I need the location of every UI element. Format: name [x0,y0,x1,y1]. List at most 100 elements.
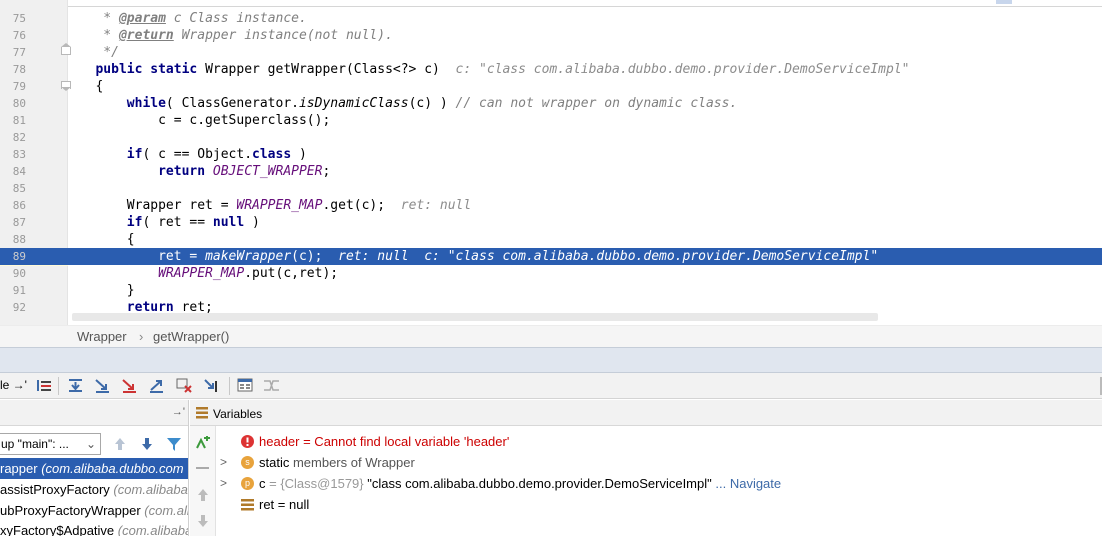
breadcrumb-class[interactable]: Wrapper [77,329,127,344]
code-line[interactable]: 75 * @param c Class instance. [0,10,1102,27]
breadcrumb-method[interactable]: getWrapper() [153,329,229,344]
filter-icon[interactable] [166,436,182,452]
code-line[interactable]: 90 WRAPPER_MAP.put(c,ret); [0,265,1102,282]
line-number[interactable]: 75 [0,10,26,27]
code-line[interactable]: 86 Wrapper ret = WRAPPER_MAP.get(c); ret… [0,197,1102,214]
trace-current-stream-icon[interactable] [263,377,280,394]
frame-name: xyFactory$Adpative [0,523,115,536]
code-token: null [212,215,245,230]
line-number[interactable]: 84 [0,163,26,180]
code-text: Wrapper ret = WRAPPER_MAP.get(c); ret: n… [72,197,471,214]
code-text: return OBJECT_WRAPPER; [72,163,330,180]
line-number[interactable]: 76 [0,27,26,44]
code-token: * [72,28,119,43]
line-number[interactable]: 89 [0,248,26,265]
code-text: ret = makeWrapper(c); ret: null c: "clas… [72,248,878,265]
code-text: if( c == Object.class ) [72,146,307,163]
step-over-icon[interactable] [67,377,84,394]
code-line[interactable]: 88 { [0,231,1102,248]
code-line[interactable]: 84 return OBJECT_WRAPPER; [0,163,1102,180]
code-line[interactable]: 78 public static Wrapper getWrapper(Clas… [0,61,1102,78]
move-down-icon[interactable] [196,514,210,528]
line-number[interactable]: 83 [0,146,26,163]
force-step-into-icon[interactable] [121,377,138,394]
evaluate-expression-icon[interactable] [237,377,254,394]
line-number[interactable]: 78 [0,61,26,78]
code-token: ) [291,147,307,162]
frame-item[interactable]: assistProxyFactory (com.alibaba.d [0,479,188,500]
code-line[interactable]: 80 while( ClassGenerator.isDynamicClass(… [0,95,1102,112]
line-number[interactable]: 90 [0,265,26,282]
frames-panel: →' up "main": ... ⌄ rapper (com.alibaba.… [0,400,189,536]
code-line[interactable]: 89 ret = makeWrapper(c); ret: null c: "c… [0,248,1102,265]
code-token: @return [118,28,174,43]
code-token: */ [72,45,119,60]
fold-marker-icon[interactable] [61,43,71,57]
code-line[interactable]: 76 * @return Wrapper instance(not null). [0,27,1102,44]
pin-icon[interactable]: →' [172,406,185,418]
code-text: * @return Wrapper instance(not null). [72,27,393,44]
line-number[interactable]: 92 [0,299,26,316]
code-line[interactable]: 83 if( c == Object.class ) [0,146,1102,163]
error-icon [241,435,254,448]
variable-type: = {Class@1579} [265,476,364,491]
line-number[interactable]: 88 [0,231,26,248]
arrow-up-icon[interactable] [113,436,127,452]
line-number[interactable]: 87 [0,214,26,231]
code-token: Class instance. [189,11,307,26]
show-execution-point-icon[interactable] [36,377,53,394]
code-text: } [72,282,135,299]
chevron-right-icon[interactable]: > [220,473,232,494]
step-into-icon[interactable] [94,377,111,394]
move-up-icon[interactable] [196,488,210,502]
fold-marker-icon[interactable] [61,81,71,91]
frame-item[interactable]: ubProxyFactoryWrapper (com.ali [0,500,188,521]
code-line[interactable]: 87 if( ret == null ) [0,214,1102,231]
line-number[interactable]: 79 [0,78,26,95]
code-token: { [72,232,135,247]
horizontal-scrollbar[interactable] [72,313,878,321]
code-token: ( ClassGenerator. [165,96,299,111]
code-token: Wrapper instance(not null). [173,28,393,43]
variables-side-toolbar [190,426,216,536]
chevron-down-icon: ⌄ [85,437,96,451]
breadcrumb: Wrapper › getWrapper() [0,325,1102,347]
code-line[interactable]: 79 { [0,78,1102,95]
line-number[interactable]: 82 [0,129,26,146]
line-number[interactable]: 91 [0,282,26,299]
code-line[interactable]: 81 c = c.getSuperclass(); [0,112,1102,129]
code-editor[interactable]: 75 * @param c Class instance. 76 * @retur… [0,0,1102,325]
thread-select[interactable]: up "main": ... ⌄ [0,433,101,455]
frame-item[interactable]: xyFactory$Adpative (com.alibaba [0,520,188,536]
toolbar-tab-fragment[interactable]: le →' [0,378,27,392]
code-token: class [252,147,292,162]
chevron-right-icon[interactable]: > [220,452,232,473]
line-number[interactable]: 80 [0,95,26,112]
code-token: ( ret == [142,215,213,230]
code-text: { [72,231,135,248]
line-number[interactable]: 77 [0,44,26,61]
step-out-icon[interactable] [148,377,165,394]
code-line[interactable]: 91 } [0,282,1102,299]
code-line[interactable]: 85 [0,180,1102,197]
arrow-down-icon[interactable] [140,436,154,452]
run-to-cursor-icon[interactable] [203,377,220,394]
navigate-link[interactable]: ... Navigate [715,476,781,491]
code-text: * @param c Class instance. [72,10,307,27]
code-line[interactable]: 77 */ [0,43,1102,61]
line-number[interactable]: 86 [0,197,26,214]
code-line[interactable]: 82 [0,129,1102,146]
new-watch-icon[interactable] [195,436,211,452]
code-token: makeWrapper [205,249,292,264]
minus-icon[interactable] [196,467,209,469]
variable-name: ret [259,497,275,512]
line-number[interactable]: 81 [0,112,26,129]
code-token: isDynamicClass [298,96,409,111]
frame-name: assistProxyFactory [0,482,110,497]
drop-frame-icon[interactable] [176,377,193,394]
frame-item[interactable]: rapper (com.alibaba.dubbo.com [0,458,188,479]
line-number[interactable]: 85 [0,180,26,197]
code-token: (c); [291,249,339,264]
variables-icon [196,407,208,419]
code-token: WRAPPER_MAP [158,266,245,281]
